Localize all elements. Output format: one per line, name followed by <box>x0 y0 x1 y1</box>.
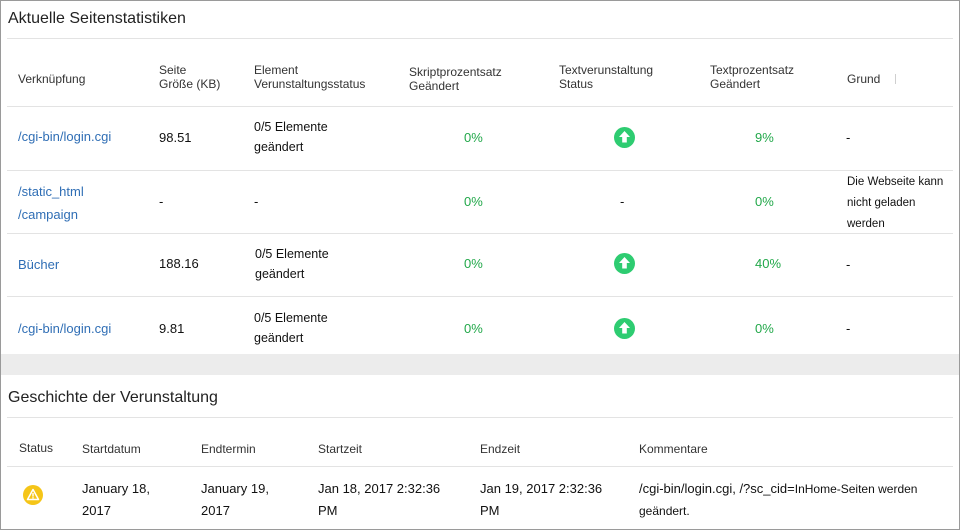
row-element-status: 0/5 Elemente geändert <box>255 247 329 281</box>
divider <box>7 466 953 467</box>
history-comment: /cgi-bin/login.cgi, /?sc_cid=InHome-Seit… <box>639 481 918 518</box>
row-script-percent: 0% <box>464 194 483 209</box>
row-size: 98.51 <box>159 130 192 145</box>
header-script-percent: Skriptprozentsatz Geändert <box>409 65 502 93</box>
header-element-status: Element Verunstaltungsstatus <box>254 63 366 91</box>
row-script-percent: 0% <box>464 321 483 336</box>
row-script-percent: 0% <box>464 130 483 145</box>
divider <box>7 38 953 39</box>
row-text-percent: 0% <box>755 321 774 336</box>
history-start-date: January 18, 2017 <box>82 481 150 518</box>
row-reason: - <box>846 257 851 272</box>
divider <box>7 106 953 107</box>
row-reason: Die Webseite kann nicht geladen werden <box>847 176 944 230</box>
up-arrow-icon <box>614 253 635 274</box>
stats-section-title: Aktuelle Seitenstatistiken <box>8 10 186 27</box>
row-script-percent: 0% <box>464 256 483 271</box>
header-size: Seite Größe (KB) <box>159 63 221 91</box>
row-link[interactable]: /static_html/campaign <box>18 180 84 226</box>
divider <box>7 417 953 418</box>
header-text-percent: Textprozentsatz Geändert <box>710 63 795 91</box>
row-text-percent: 0% <box>755 194 774 209</box>
row-element-status: - <box>254 194 259 209</box>
row-text-percent: 9% <box>755 130 774 145</box>
header-status: Status <box>19 441 54 455</box>
row-text-status: - <box>620 194 625 209</box>
history-end-time: Jan 19, 2017 2:32:36 PM <box>480 481 603 518</box>
row-size: - <box>159 194 164 209</box>
header-comments: Kommentare <box>639 442 708 456</box>
header-link: Verknüpfung <box>18 72 86 86</box>
history-section-title: Geschichte der Verunstaltung <box>8 389 218 406</box>
divider <box>7 233 953 234</box>
row-element-status: 0/5 Elemente geändert <box>254 311 328 345</box>
row-size: 9.81 <box>159 321 185 336</box>
history-end-date: January 19, 2017 <box>201 481 269 518</box>
header-end-date: Endtermin <box>201 442 256 456</box>
warning-icon <box>23 485 43 505</box>
column-separator <box>895 74 896 84</box>
header-start-time: Startzeit <box>318 442 363 456</box>
up-arrow-icon <box>614 127 635 148</box>
header-text-status: Textverunstaltung Status <box>559 63 654 91</box>
row-link[interactable]: /cgi-bin/login.cgi <box>18 319 111 339</box>
up-arrow-icon <box>614 318 635 339</box>
row-element-status: 0/5 Elemente geändert <box>254 120 328 154</box>
row-reason: - <box>846 321 851 336</box>
header-start-date: Startdatum <box>82 442 141 456</box>
row-text-percent: 40% <box>755 256 782 271</box>
section-spacer <box>1 354 959 375</box>
row-size: 188.16 <box>159 256 199 271</box>
history-start-time: Jan 18, 2017 2:32:36 PM <box>318 481 441 518</box>
row-link[interactable]: /cgi-bin/login.cgi <box>18 127 111 147</box>
row-link[interactable]: Bücher <box>18 255 59 275</box>
header-end-time: Endzeit <box>480 442 521 456</box>
divider <box>7 170 953 171</box>
row-reason: - <box>846 130 851 145</box>
header-reason: Grund <box>847 72 881 86</box>
divider <box>7 296 953 297</box>
